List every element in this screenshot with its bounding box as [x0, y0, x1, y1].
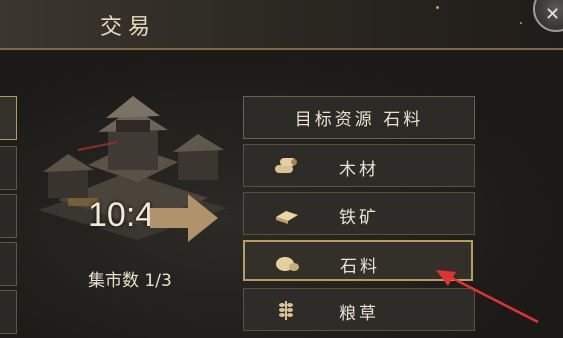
trade-ratio: 10:4: [88, 196, 155, 234]
target-resource-label: 目标资源 石料: [294, 110, 424, 130]
ember-particle: [436, 6, 439, 9]
annotation-arrow: [436, 270, 539, 324]
left-tab-3[interactable]: [0, 194, 17, 238]
target-resource-header: 目标资源 石料: [243, 96, 475, 139]
left-tab-4[interactable]: [0, 242, 17, 286]
resource-label: 铁矿: [339, 208, 379, 228]
resource-label: 木材: [339, 160, 379, 180]
dialog-title: 交易: [100, 15, 157, 40]
trade-arrow-icon: [150, 194, 218, 242]
resource-option-iron[interactable]: 铁矿: [243, 192, 475, 235]
market-count: 集市数 1/3: [88, 271, 172, 291]
close-icon: ✕: [545, 4, 561, 25]
left-tab-2[interactable]: [0, 146, 17, 190]
resource-option-wood[interactable]: 木材: [243, 144, 475, 187]
left-tab-1[interactable]: [0, 96, 17, 140]
ember-particle: [520, 22, 522, 24]
dialog-header: 交易: [0, 0, 563, 50]
left-tab-5[interactable]: [0, 290, 17, 334]
